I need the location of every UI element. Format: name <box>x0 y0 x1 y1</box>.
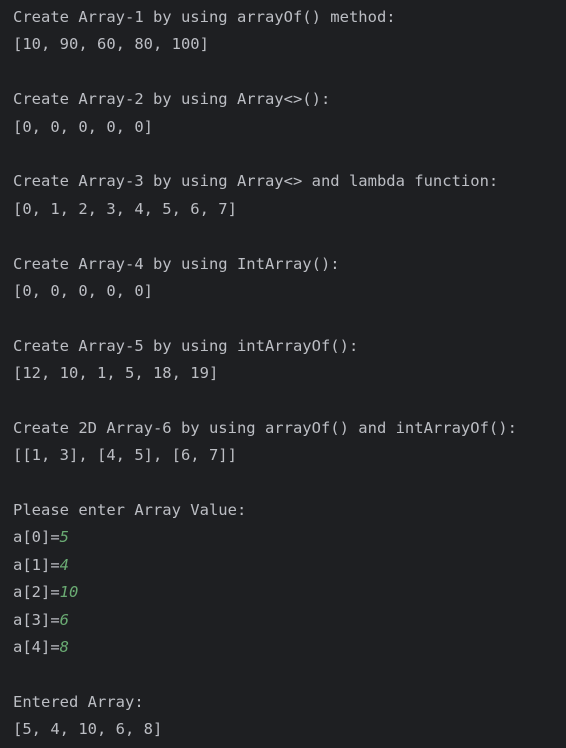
input-label: a[4]= <box>13 637 60 656</box>
console-line: [0, 1, 2, 3, 4, 5, 6, 7] <box>13 199 237 218</box>
console-line: Create Array-3 by using Array<> and lamb… <box>13 172 499 191</box>
console-line: Create Array-2 by using Array<>(): <box>13 90 331 109</box>
result-output: [5, 4, 10, 6, 8] <box>13 720 163 739</box>
console-line: Create Array-4 by using IntArray(): <box>13 254 340 273</box>
console-line: [12, 10, 1, 5, 18, 19] <box>13 364 219 383</box>
user-input-value: 8 <box>59 637 70 656</box>
run-console-output[interactable]: Create Array-1 by using arrayOf() method… <box>0 0 566 748</box>
input-label: a[1]= <box>13 555 60 574</box>
input-line: a[3]=6 <box>13 607 566 634</box>
input-label: a[2]= <box>13 583 60 602</box>
input-label: a[3]= <box>13 610 60 629</box>
console-line: [10, 90, 60, 80, 100] <box>13 35 209 54</box>
console-line: [0, 0, 0, 0, 0] <box>13 281 153 300</box>
console-line: Create Array-1 by using arrayOf() method… <box>13 8 396 26</box>
console-line: Create Array-5 by using intArrayOf(): <box>13 336 359 355</box>
result-header: Entered Array: <box>13 692 144 711</box>
user-input-value: 10 <box>59 583 79 602</box>
input-line: a[4]=8 <box>13 634 566 661</box>
user-input-value: 6 <box>59 610 70 629</box>
user-input-value: 4 <box>59 555 70 574</box>
input-label: a[0]= <box>13 528 60 547</box>
console-line: Create 2D Array-6 by using arrayOf() and… <box>13 418 517 437</box>
console-line: [0, 0, 0, 0, 0] <box>13 117 153 136</box>
input-line: a[1]=4 <box>13 552 566 579</box>
console-line: [[1, 3], [4, 5], [6, 7]] <box>13 446 237 465</box>
input-line: a[0]=5 <box>13 524 566 551</box>
input-line: a[2]=10 <box>13 579 566 606</box>
input-prompt: Please enter Array Value: <box>13 501 247 520</box>
user-input-value: 5 <box>59 528 70 547</box>
